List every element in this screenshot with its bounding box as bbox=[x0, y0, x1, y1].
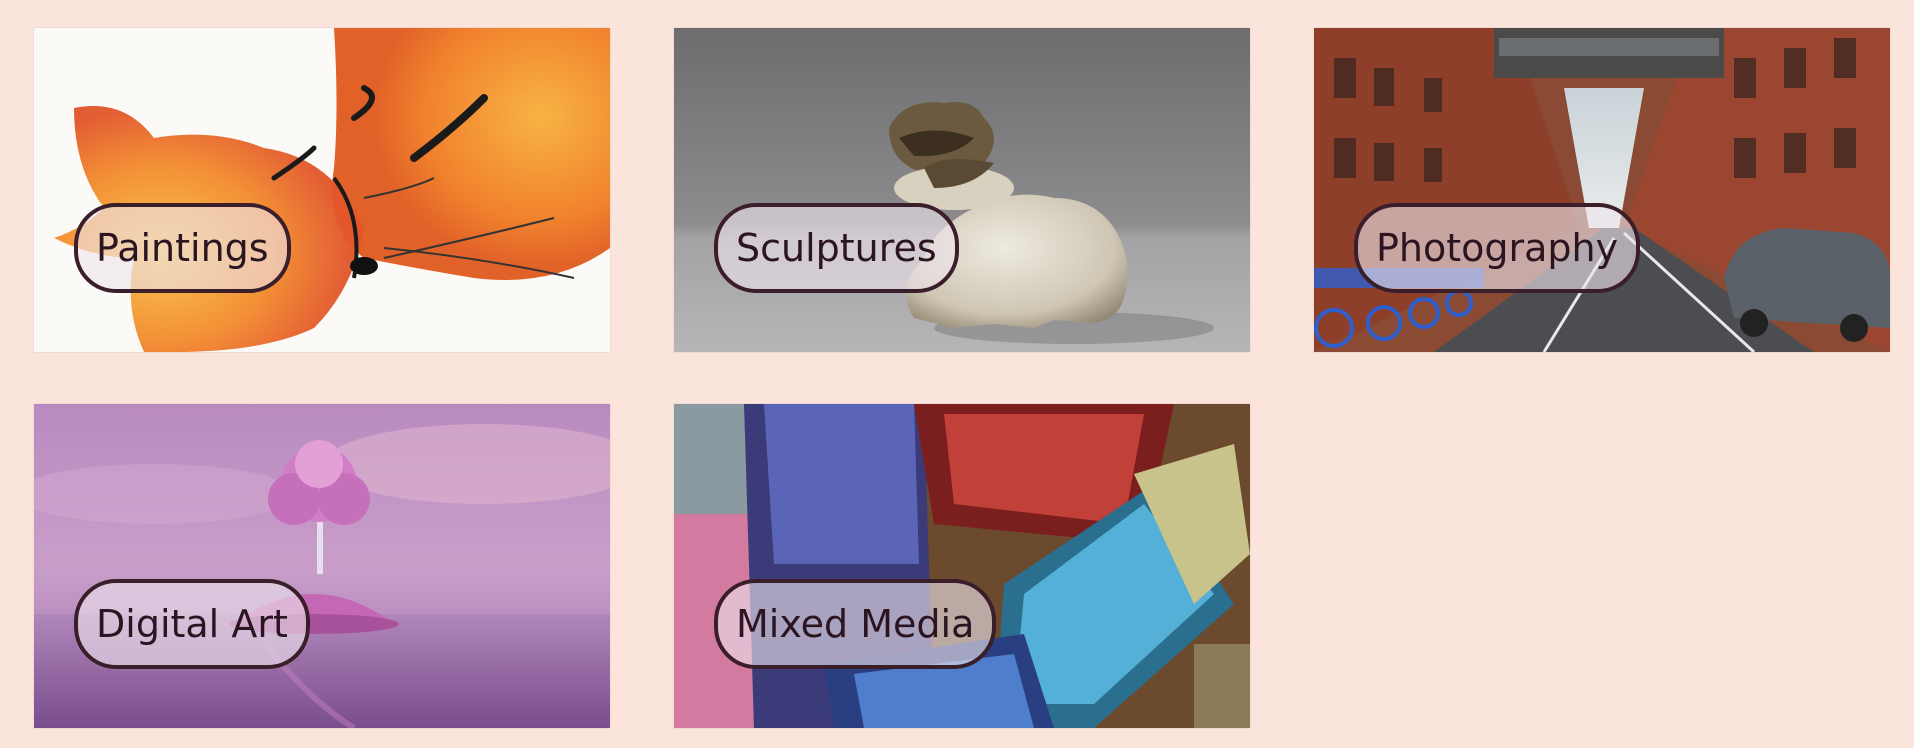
category-grid: Paintings Sculptures Photography Digital… bbox=[34, 28, 1890, 728]
category-card-mixed-media[interactable]: Mixed Media bbox=[674, 404, 1250, 728]
photography-image bbox=[1314, 28, 1890, 352]
category-label[interactable]: Sculptures bbox=[714, 203, 959, 293]
category-card-photography[interactable]: Photography bbox=[1314, 28, 1890, 352]
category-label[interactable]: Photography bbox=[1354, 203, 1641, 293]
mixed-media-image bbox=[674, 404, 1250, 728]
category-card-sculptures[interactable]: Sculptures bbox=[674, 28, 1250, 352]
paintings-image bbox=[34, 28, 610, 352]
category-card-paintings[interactable]: Paintings bbox=[34, 28, 610, 352]
category-card-digital-art[interactable]: Digital Art bbox=[34, 404, 610, 728]
sculptures-image bbox=[674, 28, 1250, 352]
category-label[interactable]: Digital Art bbox=[74, 579, 310, 669]
category-label[interactable]: Paintings bbox=[74, 203, 291, 293]
category-label[interactable]: Mixed Media bbox=[714, 579, 997, 669]
digital-art-image bbox=[34, 404, 610, 728]
